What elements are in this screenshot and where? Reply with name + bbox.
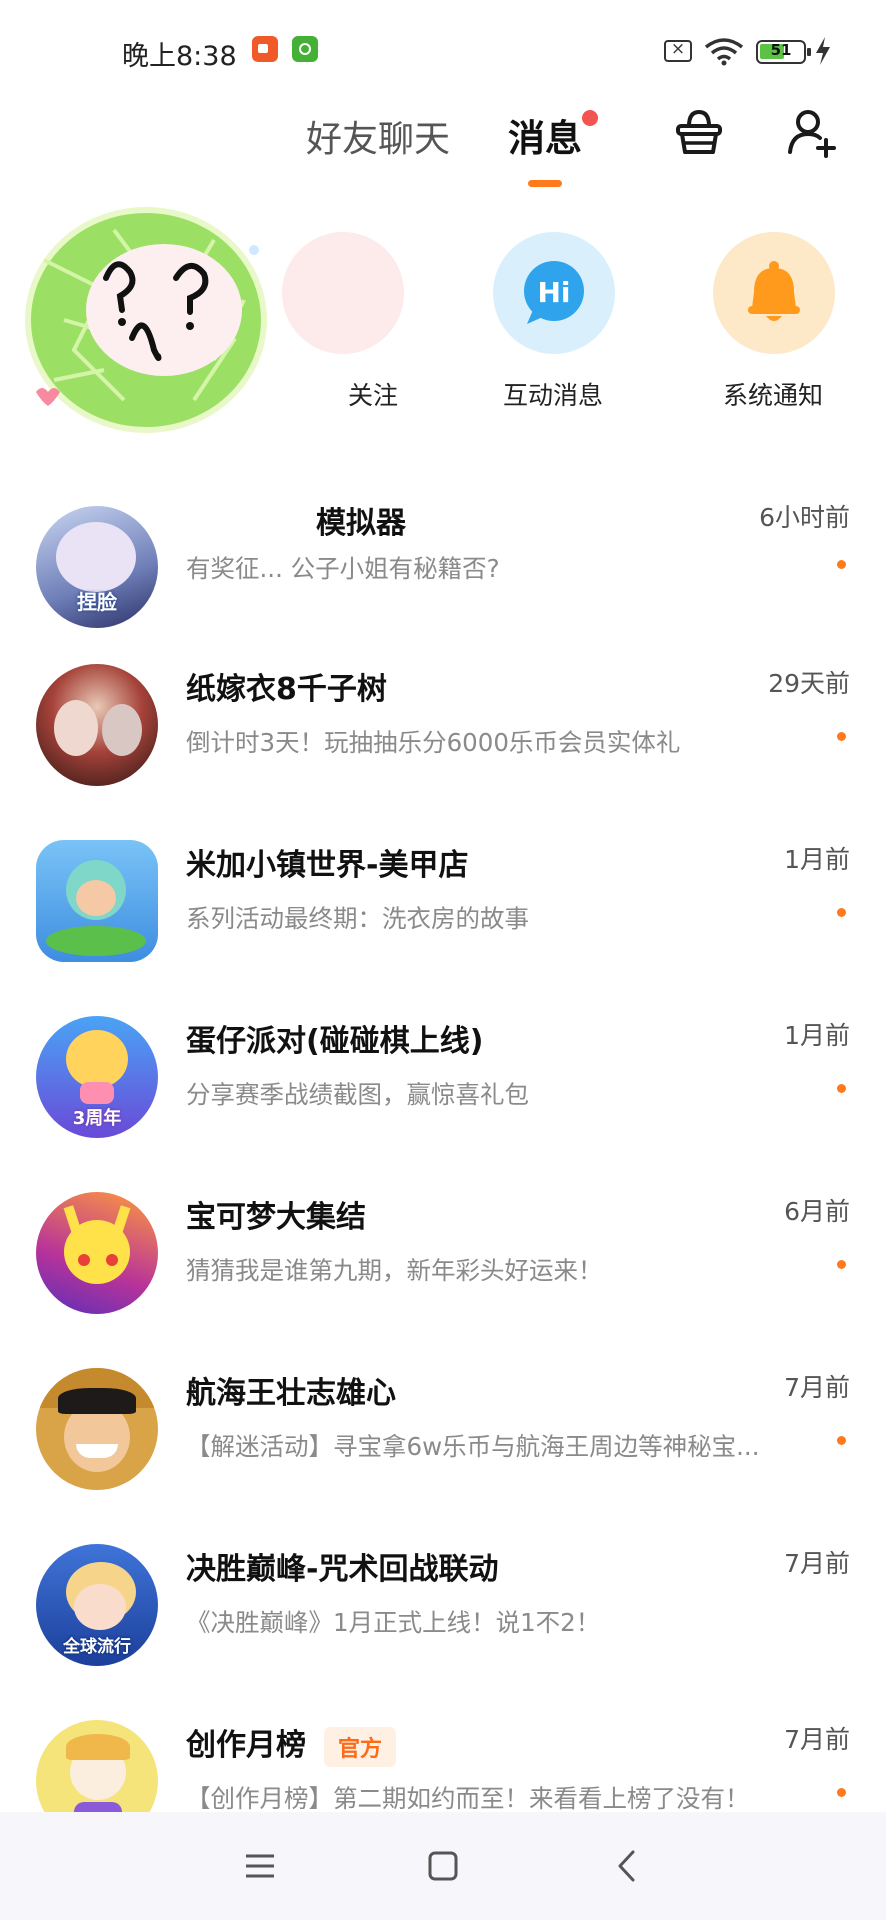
menu-icon[interactable] — [240, 1846, 280, 1886]
conversation-name: 决胜巅峰-咒术回战联动 — [186, 1552, 499, 1587]
unread-dot — [837, 1084, 846, 1093]
unread-dot — [582, 110, 598, 126]
follow-entry-circle[interactable] — [282, 232, 404, 354]
conversation-preview: 猜猜我是谁第九期，新年彩头好运来！ — [186, 1256, 603, 1285]
conversation-time: 1月前 — [784, 845, 850, 874]
system-notice-label[interactable]: 系统通知 — [683, 376, 863, 412]
list-item[interactable]: 米加小镇世界-美甲店 1月前 系列活动最终期：洗衣房的故事 — [0, 834, 886, 1010]
wifi-icon — [704, 38, 744, 66]
conversation-preview: 《决胜巅峰》1月正式上线！说1不2！ — [186, 1608, 601, 1637]
list-item[interactable]: 全球流行 决胜巅峰-咒术回战联动 7月前 《决胜巅峰》1月正式上线！说1不2！ — [0, 1538, 886, 1714]
interaction-messages-label[interactable]: 互动消息 — [463, 376, 643, 412]
conversation-name: 模拟器 — [316, 506, 406, 541]
avatar: 3周年 — [36, 1016, 158, 1138]
list-item[interactable]: 捏脸 模拟器 6小时前 有奖征... 公子小姐有秘籍否? — [0, 496, 886, 628]
conversation-name: 蛋仔派对(碰碰棋上线) — [186, 1024, 484, 1059]
avatar: 全球流行 — [36, 1544, 158, 1666]
conversation-preview: 【解迷活动】寻宝拿6w乐币与航海王周边等神秘宝... — [186, 1432, 760, 1461]
avatar — [36, 664, 158, 786]
battery-icon: 51 — [756, 40, 811, 64]
tab-friends-chat[interactable]: 好友聊天 — [306, 110, 450, 162]
active-tab-indicator — [528, 180, 562, 187]
unread-dot — [837, 732, 846, 741]
avatar — [36, 1368, 158, 1490]
message-list: 捏脸 模拟器 6小时前 有奖征... 公子小姐有秘籍否? 纸嫁衣8千子树 29天… — [0, 496, 886, 1842]
conversation-time: 7月前 — [784, 1725, 850, 1754]
hi-chat-icon: Hi — [524, 261, 584, 324]
tab-messages[interactable]: 消息 — [508, 108, 582, 162]
conversation-name: 航海王壮志雄心 — [186, 1376, 396, 1411]
avatar-caption: 捏脸 — [77, 590, 117, 614]
bell-icon — [748, 261, 800, 321]
unread-dot — [837, 1260, 846, 1269]
conversation-time: 7月前 — [784, 1373, 850, 1402]
interaction-messages-button[interactable]: Hi — [493, 232, 615, 354]
conversation-time: 6月前 — [784, 1197, 850, 1226]
basket-icon[interactable] — [673, 106, 725, 158]
conversation-name: 米加小镇世界-美甲店 — [186, 848, 469, 883]
conversation-preview: 有奖征... 公子小姐有秘籍否? — [186, 554, 500, 583]
battery-level: 51 — [770, 41, 792, 59]
conversation-preview: 【创作月榜】第二期如约而至！来看看上榜了没有！ — [186, 1784, 750, 1813]
unread-dot — [837, 1788, 846, 1797]
official-badge: 官方 — [324, 1726, 397, 1767]
conversation-preview: 分享赛季战绩截图，赢惊喜礼包 — [186, 1080, 529, 1109]
avatar-caption: 全球流行 — [63, 1637, 131, 1657]
conversation-time: 7月前 — [784, 1549, 850, 1578]
avatar — [36, 1192, 158, 1314]
unread-dot — [837, 1436, 846, 1445]
unread-dot — [837, 908, 846, 917]
svg-text:Hi: Hi — [537, 276, 570, 309]
list-item[interactable]: 宝可梦大集结 6月前 猜猜我是谁第九期，新年彩头好运来！ — [0, 1186, 886, 1362]
chat-app-icon — [292, 36, 318, 62]
list-item[interactable]: 纸嫁衣8千子树 29天前 倒计时3天！玩抽抽乐分6000乐币会员实体礼 — [0, 658, 886, 834]
melon-sticker — [25, 207, 267, 433]
unread-dot — [837, 560, 846, 569]
conversation-time: 6小时前 — [759, 503, 850, 532]
video-app-icon — [252, 36, 278, 62]
status-time: 晚上8:38 — [122, 41, 237, 72]
conversation-name: 纸嫁衣8千子树 — [186, 672, 387, 707]
conversation-name: 宝可梦大集结 — [186, 1200, 366, 1235]
conversation-name: 创作月榜 官方 — [186, 1720, 397, 1767]
conversation-preview: 系列活动最终期：洗衣房的故事 — [186, 904, 529, 933]
list-item[interactable]: 3周年 蛋仔派对(碰碰棋上线) 1月前 分享赛季战绩截图，赢惊喜礼包 — [0, 1010, 886, 1186]
conversation-time: 1月前 — [784, 1021, 850, 1050]
avatar-caption: 3周年 — [72, 1108, 122, 1129]
conversation-name-text: 创作月榜 — [186, 1728, 306, 1763]
list-item[interactable]: 航海王壮志雄心 7月前 【解迷活动】寻宝拿6w乐币与航海王周边等神秘宝... — [0, 1362, 886, 1538]
avatar — [36, 840, 158, 962]
no-sim-icon: × — [664, 39, 692, 62]
follow-entry-label[interactable]: 关注 — [268, 376, 418, 412]
home-icon[interactable] — [423, 1846, 463, 1886]
avatar: 捏脸 — [36, 506, 158, 628]
conversation-preview: 倒计时3天！玩抽抽乐分6000乐币会员实体礼 — [186, 728, 681, 757]
back-icon[interactable] — [608, 1846, 648, 1886]
system-navigation-bar — [0, 1812, 886, 1920]
add-friend-icon[interactable] — [786, 106, 838, 158]
system-notice-button[interactable] — [713, 232, 835, 354]
conversation-time: 29天前 — [768, 669, 850, 698]
charging-icon — [816, 37, 830, 65]
